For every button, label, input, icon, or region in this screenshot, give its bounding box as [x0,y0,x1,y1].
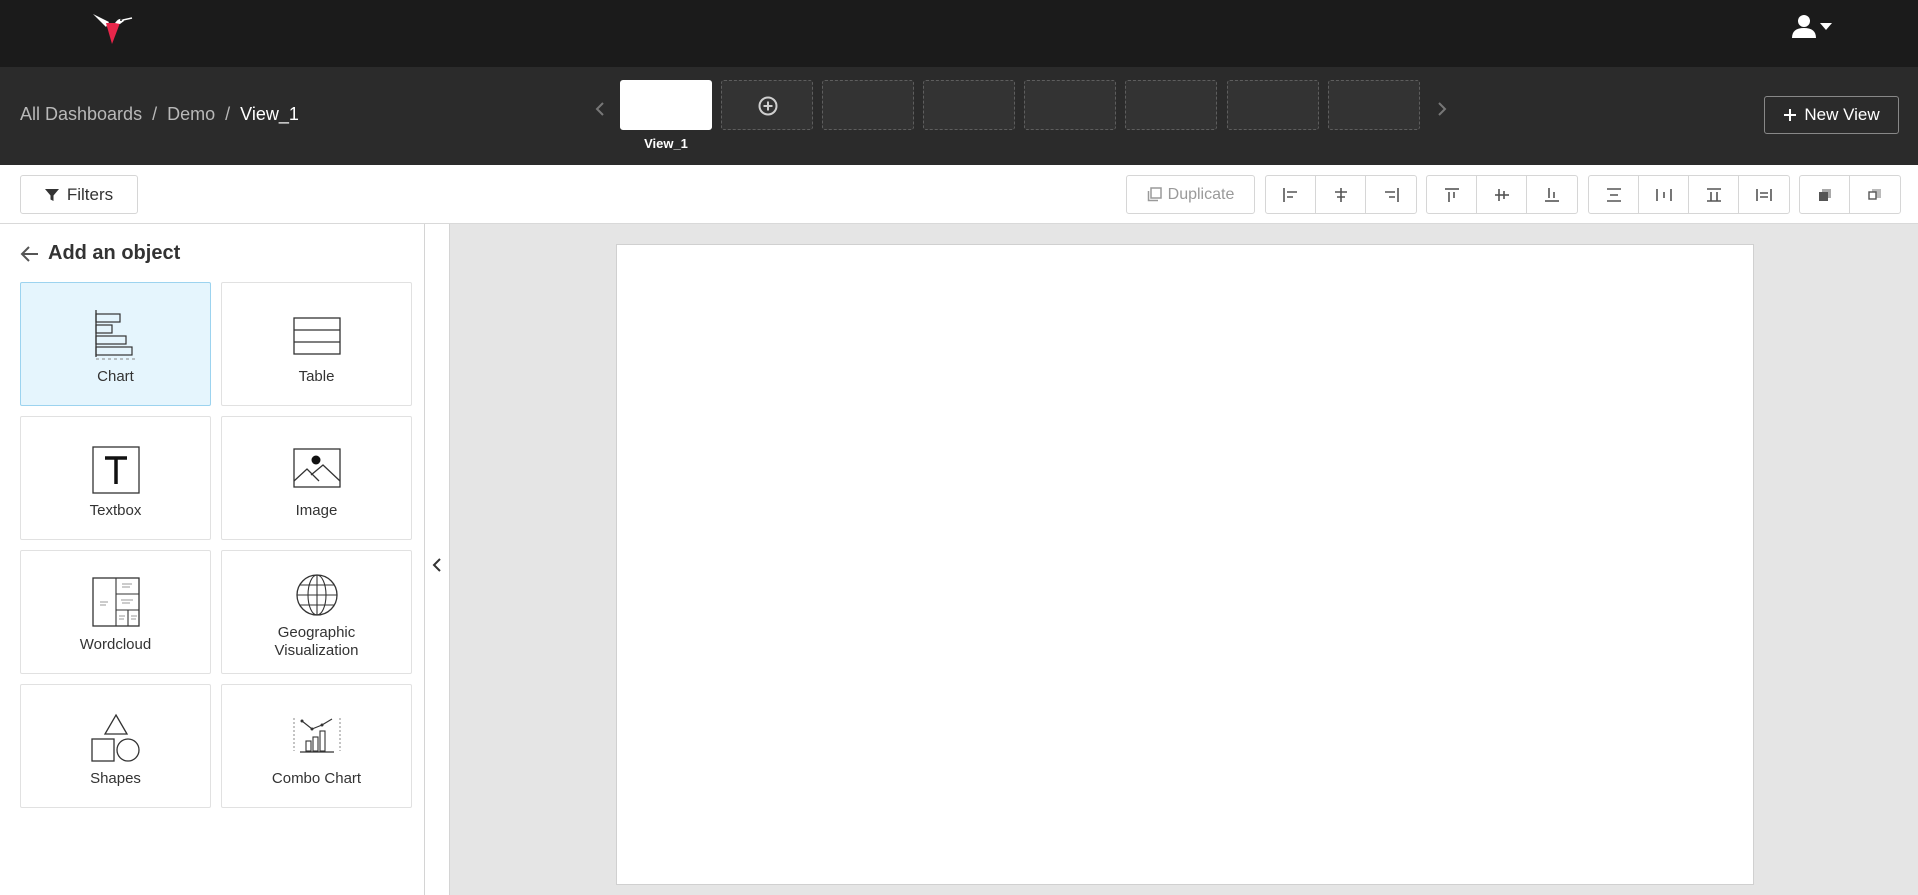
align-bottom-button[interactable] [1527,176,1577,213]
user-icon [1792,15,1816,38]
chevron-right-icon [1438,102,1447,116]
filters-button[interactable]: Filters [20,175,138,214]
align-middle-icon [1494,188,1509,201]
object-label: Chart [97,368,134,385]
chevron-left-icon [595,102,604,116]
align-top-button[interactable] [1427,176,1477,213]
active-view-label: View_1 [644,136,688,151]
object-label: Geographic [277,624,356,641]
align-center-horizontal-button[interactable] [1316,176,1366,213]
align-left-button[interactable] [1266,176,1316,213]
object-tile-shapes[interactable]: Shapes [20,684,211,808]
distribute-top-icon [1706,187,1721,202]
object-label: Shapes [90,770,141,787]
top-bar [0,0,1918,67]
hummingbird-logo-icon[interactable] [89,11,133,47]
duplicate-label: Duplicate [1167,185,1235,203]
new-view-button[interactable]: New View [1764,96,1899,134]
object-label-line2: Visualization [274,642,359,659]
plus-circle-icon [758,96,778,116]
align-left-icon [1282,187,1297,202]
duplicate-button[interactable]: Duplicate [1126,175,1255,214]
view-thumbnail-active[interactable] [620,80,712,130]
align-top-icon [1444,187,1459,202]
send-to-back-icon [1868,188,1881,200]
shapes-icon [90,713,140,762]
align-middle-button[interactable] [1477,176,1527,213]
vertical-align-group [1426,175,1578,214]
filters-label: Filters [66,184,114,204]
view-thumbnail-empty[interactable] [923,80,1015,130]
breadcrumb-current: View_1 [240,104,299,124]
distribute-vertical-button[interactable] [1589,176,1639,213]
chevron-left-icon[interactable] [430,555,444,575]
object-label: Table [298,368,335,385]
panel-collapse-rail [425,224,450,895]
views-prev-button[interactable] [594,100,606,124]
distribute-group [1588,175,1790,214]
send-to-back-button[interactable] [1850,176,1900,213]
add-object-panel: Add an object Chart Table Textbox Image … [0,224,425,895]
funnel-icon [44,188,59,201]
object-label: Combo Chart [271,770,362,787]
horizontal-align-group [1265,175,1417,214]
views-next-button[interactable] [1436,100,1448,124]
view-bar: All Dashboards / Demo / View_1 View_1 Ne… [0,67,1918,165]
distribute-vertical-icon [1606,187,1621,202]
align-right-button[interactable] [1366,176,1416,213]
caret-down-icon [1820,23,1832,30]
new-view-label: New View [1804,105,1880,124]
view-thumbnail-empty[interactable] [1024,80,1116,130]
view-thumbnail-empty[interactable] [1328,80,1420,130]
bring-to-front-icon [1818,188,1831,201]
align-center-horizontal-icon [1334,187,1347,202]
user-menu[interactable] [1790,14,1840,40]
view-thumbnail-empty[interactable] [1125,80,1217,130]
textbox-icon [91,446,140,494]
object-tile-textbox[interactable]: Textbox [20,416,211,540]
object-label: Image [295,502,338,519]
globe-icon [295,574,338,616]
distribute-horizontal-icon [1655,188,1672,201]
copy-icon [1147,187,1162,202]
bar-chart-icon [94,310,138,360]
combo-chart-icon [293,718,340,753]
view-thumbnail-empty[interactable] [822,80,914,130]
distribute-horizontal-button[interactable] [1639,176,1689,213]
breadcrumb-separator: / [225,104,231,124]
wordcloud-icon [91,577,140,627]
layer-order-group [1799,175,1901,214]
distribute-top-button[interactable] [1689,176,1739,213]
view-thumbnail-empty[interactable] [1227,80,1319,130]
breadcrumb-separator: / [152,104,158,124]
align-right-icon [1385,187,1399,202]
add-view-thumbnail[interactable] [721,80,813,130]
object-tile-chart[interactable]: Chart [20,282,211,406]
breadcrumb-demo[interactable]: Demo [167,104,215,124]
breadcrumb: All Dashboards / Demo / View_1 [20,104,299,125]
panel-header: Add an object [20,242,180,265]
bring-to-front-button[interactable] [1800,176,1850,213]
object-tile-table[interactable]: Table [221,282,412,406]
object-tile-geographic-visualization[interactable]: Geographic Visualization [221,550,412,674]
object-tile-combo-chart[interactable]: Combo Chart [221,684,412,808]
object-tile-wordcloud[interactable]: Wordcloud [20,550,211,674]
distribute-left-button[interactable] [1739,176,1789,213]
breadcrumb-all-dashboards[interactable]: All Dashboards [20,104,142,124]
panel-title: Add an object [48,242,181,264]
table-icon [292,317,341,355]
dashboard-canvas[interactable] [616,244,1754,885]
align-bottom-icon [1545,187,1559,202]
canvas-area [450,224,1918,895]
arrow-left-icon[interactable] [20,245,40,263]
distribute-left-icon [1756,188,1772,201]
toolbar: Filters Duplicate [0,165,1918,224]
object-label: Wordcloud [79,636,152,653]
plus-icon [1784,109,1797,121]
object-tile-image[interactable]: Image [221,416,412,540]
image-icon [292,448,341,488]
object-label: Textbox [89,502,142,519]
